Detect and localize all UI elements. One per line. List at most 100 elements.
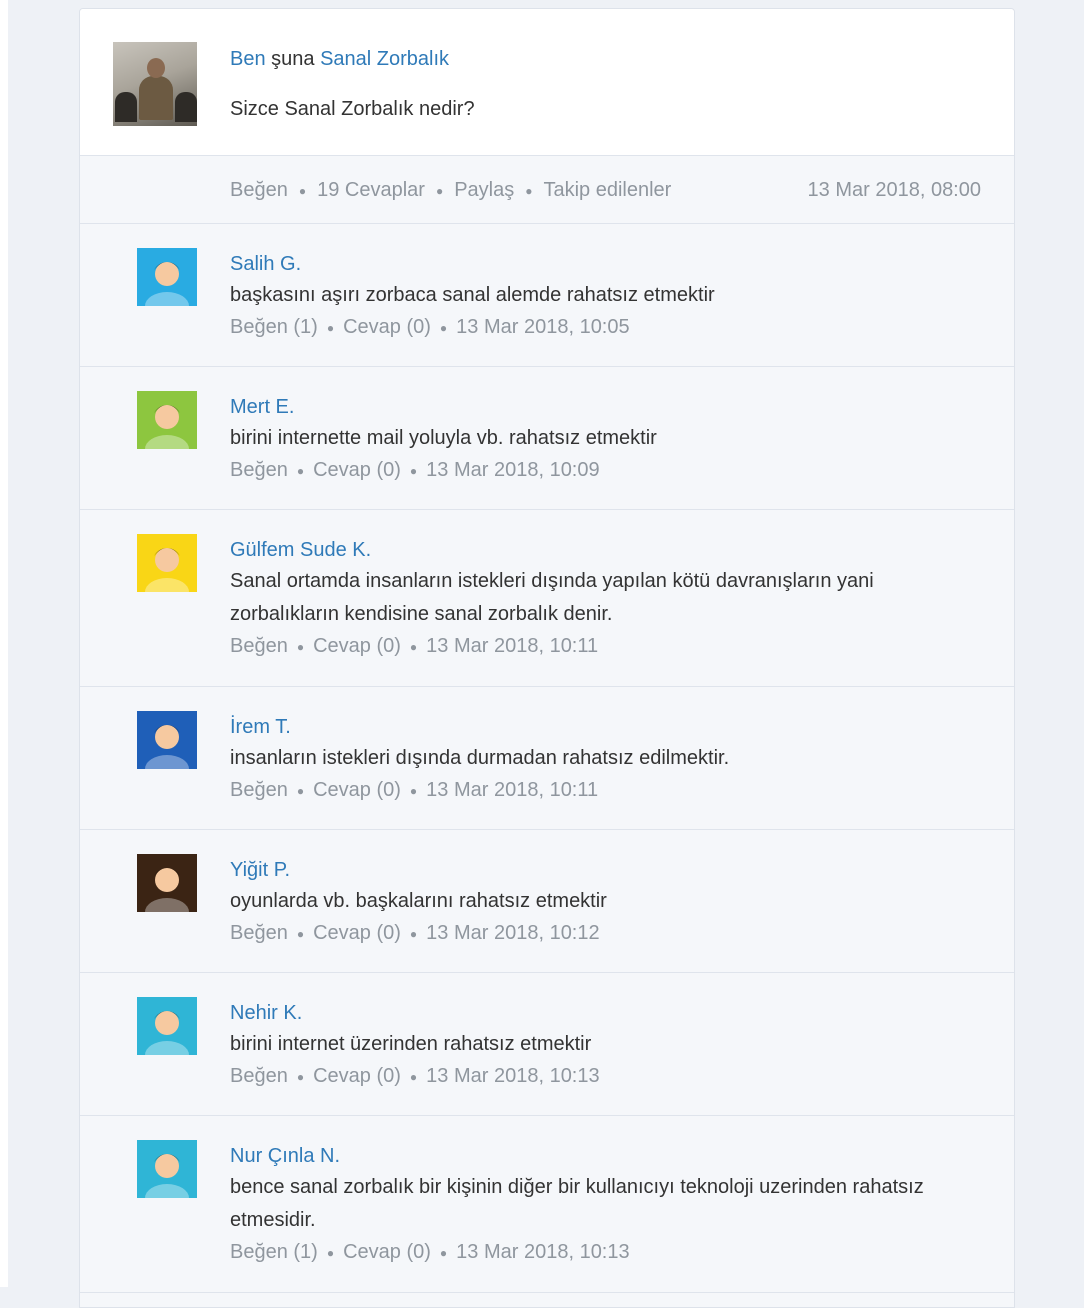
answer-body: Nehir K. birini internet üzerinden rahats… xyxy=(230,1001,986,1089)
answer-text: bence sanal zorbalık bir kişinin diğer b… xyxy=(230,1176,924,1231)
like-button[interactable]: Beğen xyxy=(230,179,288,201)
answer-meta: Beğen (1) ● Cevap (0) ● 13 Mar 2018, 10:05 xyxy=(230,315,986,340)
answer-meta: Beğen ● Cevap (0) ● 13 Mar 2018, 10:11 xyxy=(230,634,986,659)
post-timestamp: 13 Mar 2018, 08:00 xyxy=(807,179,981,201)
separator-dot: ● xyxy=(296,926,305,941)
answer-reply-button[interactable]: Cevap (0) xyxy=(313,779,401,801)
separator-dot: ● xyxy=(435,183,444,198)
answer-like-button[interactable]: Beğen (1) xyxy=(230,316,318,338)
person-head-shape xyxy=(147,58,165,78)
separator-dot: ● xyxy=(296,783,305,798)
separator-dot: ● xyxy=(409,783,418,798)
answer-timestamp: 13 Mar 2018, 10:11 xyxy=(426,635,599,657)
answer-text: insanların istekleri dışında durmadan ra… xyxy=(230,747,730,769)
separator-dot: ● xyxy=(409,926,418,941)
answer-body: Nur Çınla N. bence sanal zorbalık bir kiş… xyxy=(230,1144,986,1265)
answer-author-link[interactable]: Nur Çınla N. xyxy=(230,1144,986,1168)
post-actions: Beğen ● 19 Cevaplar ● Paylaş ● Takip edilenler xyxy=(230,178,671,203)
answer-item: İrem T. insanların istekleri dışında durm… xyxy=(80,687,1014,830)
author-link[interactable]: Ben xyxy=(230,48,266,70)
post-header: Ben şuna Sanal Zorbalık Sizce Sanal Zorb… xyxy=(80,9,1014,156)
answer-timestamp: 13 Mar 2018, 10:09 xyxy=(426,459,600,481)
post-title: Ben şuna Sanal Zorbalık xyxy=(230,47,449,71)
answer-reply-button[interactable]: Cevap (0) xyxy=(313,459,401,481)
answer-reply-button[interactable]: Cevap (0) xyxy=(343,316,431,338)
answer-author-link[interactable]: Nehir K. xyxy=(230,1001,986,1025)
answer-item: Salih G. başkasını aşırı zorbaca sanal al… xyxy=(80,224,1014,367)
answer-text: birini internet üzerinden rahatsız etmek… xyxy=(230,1033,592,1055)
separator-dot: ● xyxy=(525,183,533,198)
answer-like-button[interactable]: Beğen xyxy=(230,1065,288,1087)
separator-dot: ● xyxy=(409,463,418,478)
answer-text: başkasını aşırı zorbaca sanal alemde rah… xyxy=(230,284,715,306)
answer-author-link[interactable]: Salih G. xyxy=(230,252,986,276)
pirate-skull-avatar[interactable] xyxy=(137,854,197,912)
answer-author-link[interactable]: İrem T. xyxy=(230,715,986,739)
answer-author-link[interactable]: Gülfem Sude K. xyxy=(230,538,986,562)
chair-shape xyxy=(175,92,197,122)
answer-item: Nehir K. birini internet üzerinden rahats… xyxy=(80,973,1014,1116)
answer-like-button[interactable]: Beğen xyxy=(230,922,288,944)
answer-timestamp: 13 Mar 2018, 10:13 xyxy=(456,1241,630,1263)
answer-reply-button[interactable]: Cevap (0) xyxy=(313,922,401,944)
separator-dot: ● xyxy=(439,1245,448,1260)
girl-bun-glasses-avatar[interactable] xyxy=(137,997,197,1055)
answer-text: oyunlarda vb. başkalarını rahatsız etmek… xyxy=(230,890,607,912)
answer-author-link[interactable]: Mert E. xyxy=(230,395,986,419)
answer-meta: Beğen ● Cevap (0) ● 13 Mar 2018, 10:11 xyxy=(230,778,986,803)
answers-list: Salih G. başkasını aşırı zorbaca sanal al… xyxy=(80,224,1014,1293)
answer-item: Mert E. birini internette mail yoluyla vb… xyxy=(80,367,1014,510)
discussion-card: Ben şuna Sanal Zorbalık Sizce Sanal Zorb… xyxy=(79,8,1015,1308)
post-meta-bar: Beğen ● 19 Cevaplar ● Paylaş ● Takip edilenler… xyxy=(80,156,1014,224)
answer-timestamp: 13 Mar 2018, 10:11 xyxy=(426,779,599,801)
boy-cartoon-avatar[interactable] xyxy=(137,248,197,306)
answer-body: Yiğit P. oyunlarda vb. başkalarını rahats… xyxy=(230,858,986,946)
answer-body: Salih G. başkasını aşırı zorbaca sanal al… xyxy=(230,252,986,340)
replies-link[interactable]: 19 Cevaplar xyxy=(317,179,425,201)
answer-body: İrem T. insanların istekleri dışında durm… xyxy=(230,715,986,803)
answer-item: Gülfem Sude K. Sanal ortamda insanların i… xyxy=(80,510,1014,687)
answer-like-button[interactable]: Beğen xyxy=(230,635,288,657)
answer-meta: Beğen ● Cevap (0) ● 13 Mar 2018, 10:09 xyxy=(230,458,986,483)
answer-body: Gülfem Sude K. Sanal ortamda insanların i… xyxy=(230,538,986,659)
share-button[interactable]: Paylaş xyxy=(454,179,514,201)
answer-text: Sanal ortamda insanların istekleri dışın… xyxy=(230,570,874,625)
answer-item: Nur Çınla N. bence sanal zorbalık bir kiş… xyxy=(80,1116,1014,1293)
answer-author-link[interactable]: Yiğit P. xyxy=(230,858,986,882)
separator-dot: ● xyxy=(296,463,305,478)
answer-reply-button[interactable]: Cevap (0) xyxy=(313,1065,401,1087)
answer-meta: Beğen ● Cevap (0) ● 13 Mar 2018, 10:13 xyxy=(230,1064,986,1089)
title-connector: şuna xyxy=(271,48,315,70)
topic-link[interactable]: Sanal Zorbalık xyxy=(320,48,449,70)
post-question: Sizce Sanal Zorbalık nedir? xyxy=(230,98,475,120)
answer-timestamp: 13 Mar 2018, 10:05 xyxy=(456,316,630,338)
separator-dot: ● xyxy=(439,320,448,335)
separator-dot: ● xyxy=(326,320,335,335)
answer-body: Mert E. birini internette mail yoluyla vb… xyxy=(230,395,986,483)
answer-timestamp: 13 Mar 2018, 10:13 xyxy=(426,1065,600,1087)
separator-dot: ● xyxy=(326,1245,335,1260)
author-avatar[interactable] xyxy=(113,42,197,126)
girl-bun-avatar[interactable] xyxy=(137,1140,197,1198)
redhead-girl-avatar[interactable] xyxy=(137,534,197,592)
sunglasses-boy-avatar[interactable] xyxy=(137,391,197,449)
separator-dot: ● xyxy=(298,183,307,198)
answer-text: birini internette mail yoluyla vb. rahat… xyxy=(230,427,657,449)
separator-dot: ● xyxy=(409,1069,418,1084)
separator-dot: ● xyxy=(296,639,305,654)
answer-like-button[interactable]: Beğen xyxy=(230,459,288,481)
separator-dot: ● xyxy=(296,1069,305,1084)
answer-like-button[interactable]: Beğen (1) xyxy=(230,1241,318,1263)
answer-item: Yiğit P. oyunlarda vb. başkalarını rahats… xyxy=(80,830,1014,973)
answer-timestamp: 13 Mar 2018, 10:12 xyxy=(426,922,600,944)
answer-meta: Beğen (1) ● Cevap (0) ● 13 Mar 2018, 10:13 xyxy=(230,1240,986,1265)
answer-like-button[interactable]: Beğen xyxy=(230,779,288,801)
followers-link[interactable]: Takip edilenler xyxy=(543,179,671,201)
chair-shape xyxy=(115,92,137,122)
person-body-shape xyxy=(139,76,173,120)
answer-reply-button[interactable]: Cevap (0) xyxy=(313,635,401,657)
separator-dot: ● xyxy=(409,639,418,654)
girl-glasses-avatar[interactable] xyxy=(137,711,197,769)
answer-reply-button[interactable]: Cevap (0) xyxy=(343,1241,431,1263)
page-edge xyxy=(0,0,8,1287)
